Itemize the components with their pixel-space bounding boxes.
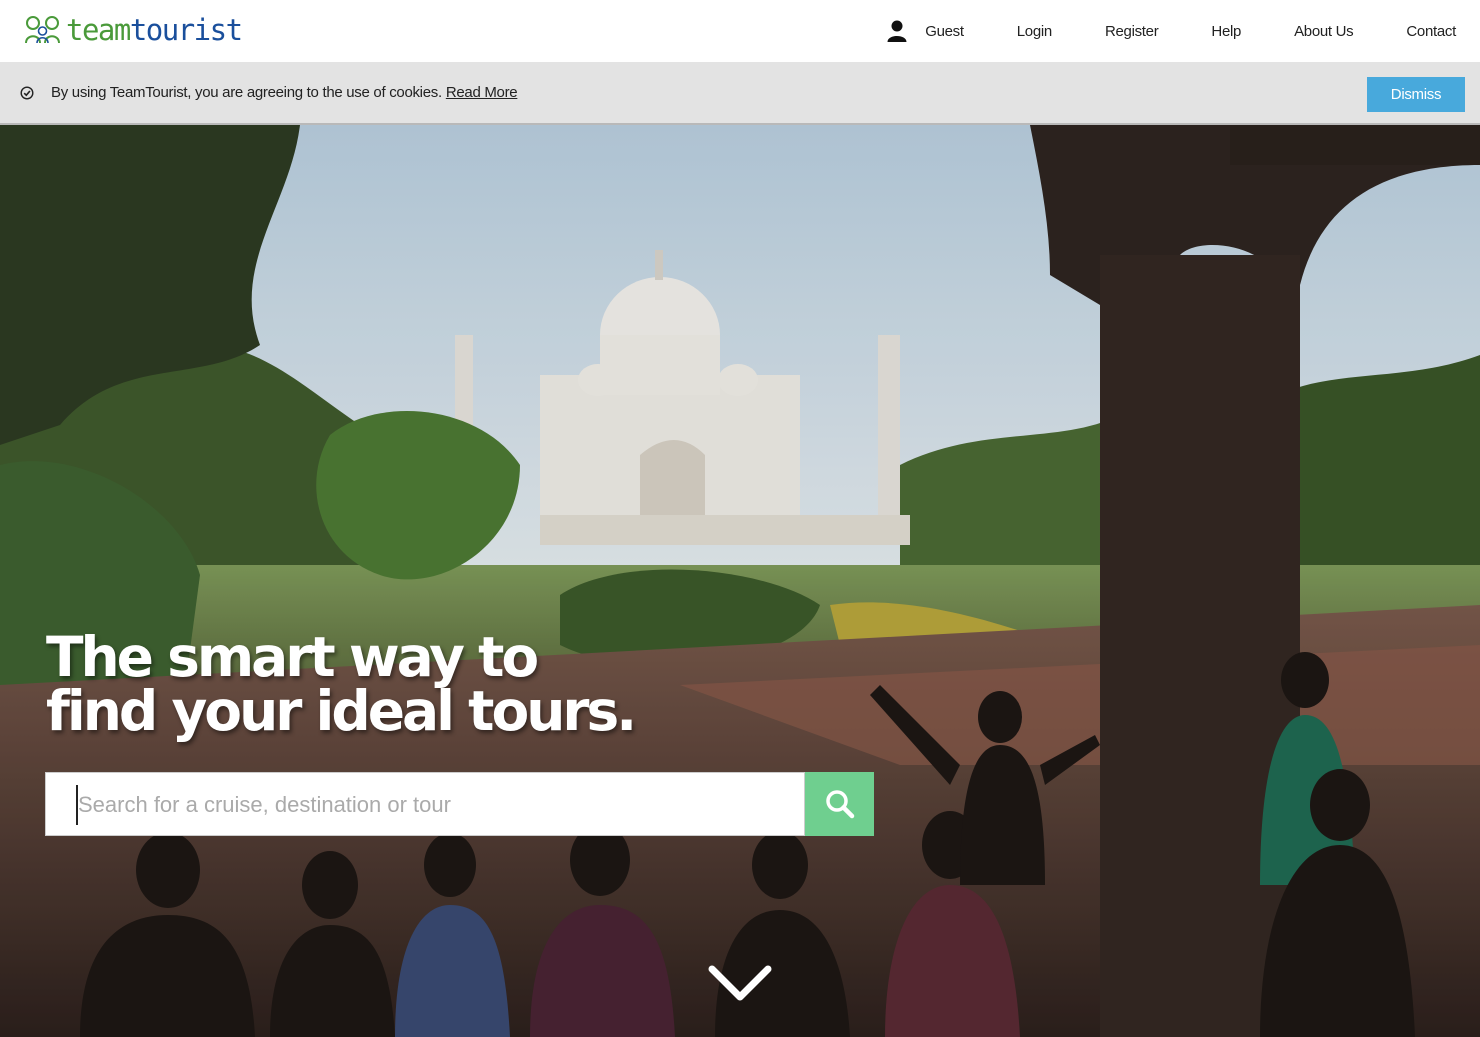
cookie-consent-bar: By using TeamTourist, you are agreeing t… (0, 62, 1480, 125)
nav-contact[interactable]: Contact (1406, 23, 1456, 40)
user-icon[interactable] (887, 20, 907, 42)
cookie-message: By using TeamTourist, you are agreeing t… (51, 84, 518, 101)
nav-guest[interactable]: Guest (925, 23, 964, 40)
nav-register[interactable]: Register (1105, 23, 1159, 40)
logo-team-text: team (66, 12, 131, 47)
cookie-read-more-link[interactable]: Read More (446, 84, 518, 101)
search-box (45, 772, 805, 836)
nav-help[interactable]: Help (1211, 23, 1241, 40)
hero-headline: The smart way to find your ideal tours. (46, 625, 637, 743)
main-nav: Guest Login Register Help About Us Conta… (887, 0, 1456, 62)
hero-headline-line-1: The smart way to (46, 625, 539, 689)
hero-background-image (0, 125, 1480, 1037)
hero-section: The smart way to find your ideal tours. (0, 125, 1480, 1037)
logo-tourist-text: tourist (129, 12, 243, 47)
cookie-message-text: By using TeamTourist, you are agreeing t… (51, 84, 442, 101)
nav-about-us[interactable]: About Us (1294, 23, 1354, 40)
search-button[interactable] (805, 772, 874, 836)
logo-people-icon (25, 16, 60, 44)
chevron-down-icon[interactable] (708, 963, 772, 1003)
search-icon (825, 790, 854, 819)
hero-headline-line-2: find your ideal tours. (46, 679, 637, 743)
site-header: teamtourist Guest Login Register Help Ab… (0, 0, 1480, 62)
site-logo[interactable]: teamtourist (24, 10, 243, 50)
dismiss-button[interactable]: Dismiss (1367, 77, 1465, 112)
search-input[interactable] (76, 785, 776, 825)
logo-wordmark: teamtourist (66, 12, 243, 47)
check-circle-icon (20, 86, 34, 100)
nav-login[interactable]: Login (1017, 23, 1053, 40)
